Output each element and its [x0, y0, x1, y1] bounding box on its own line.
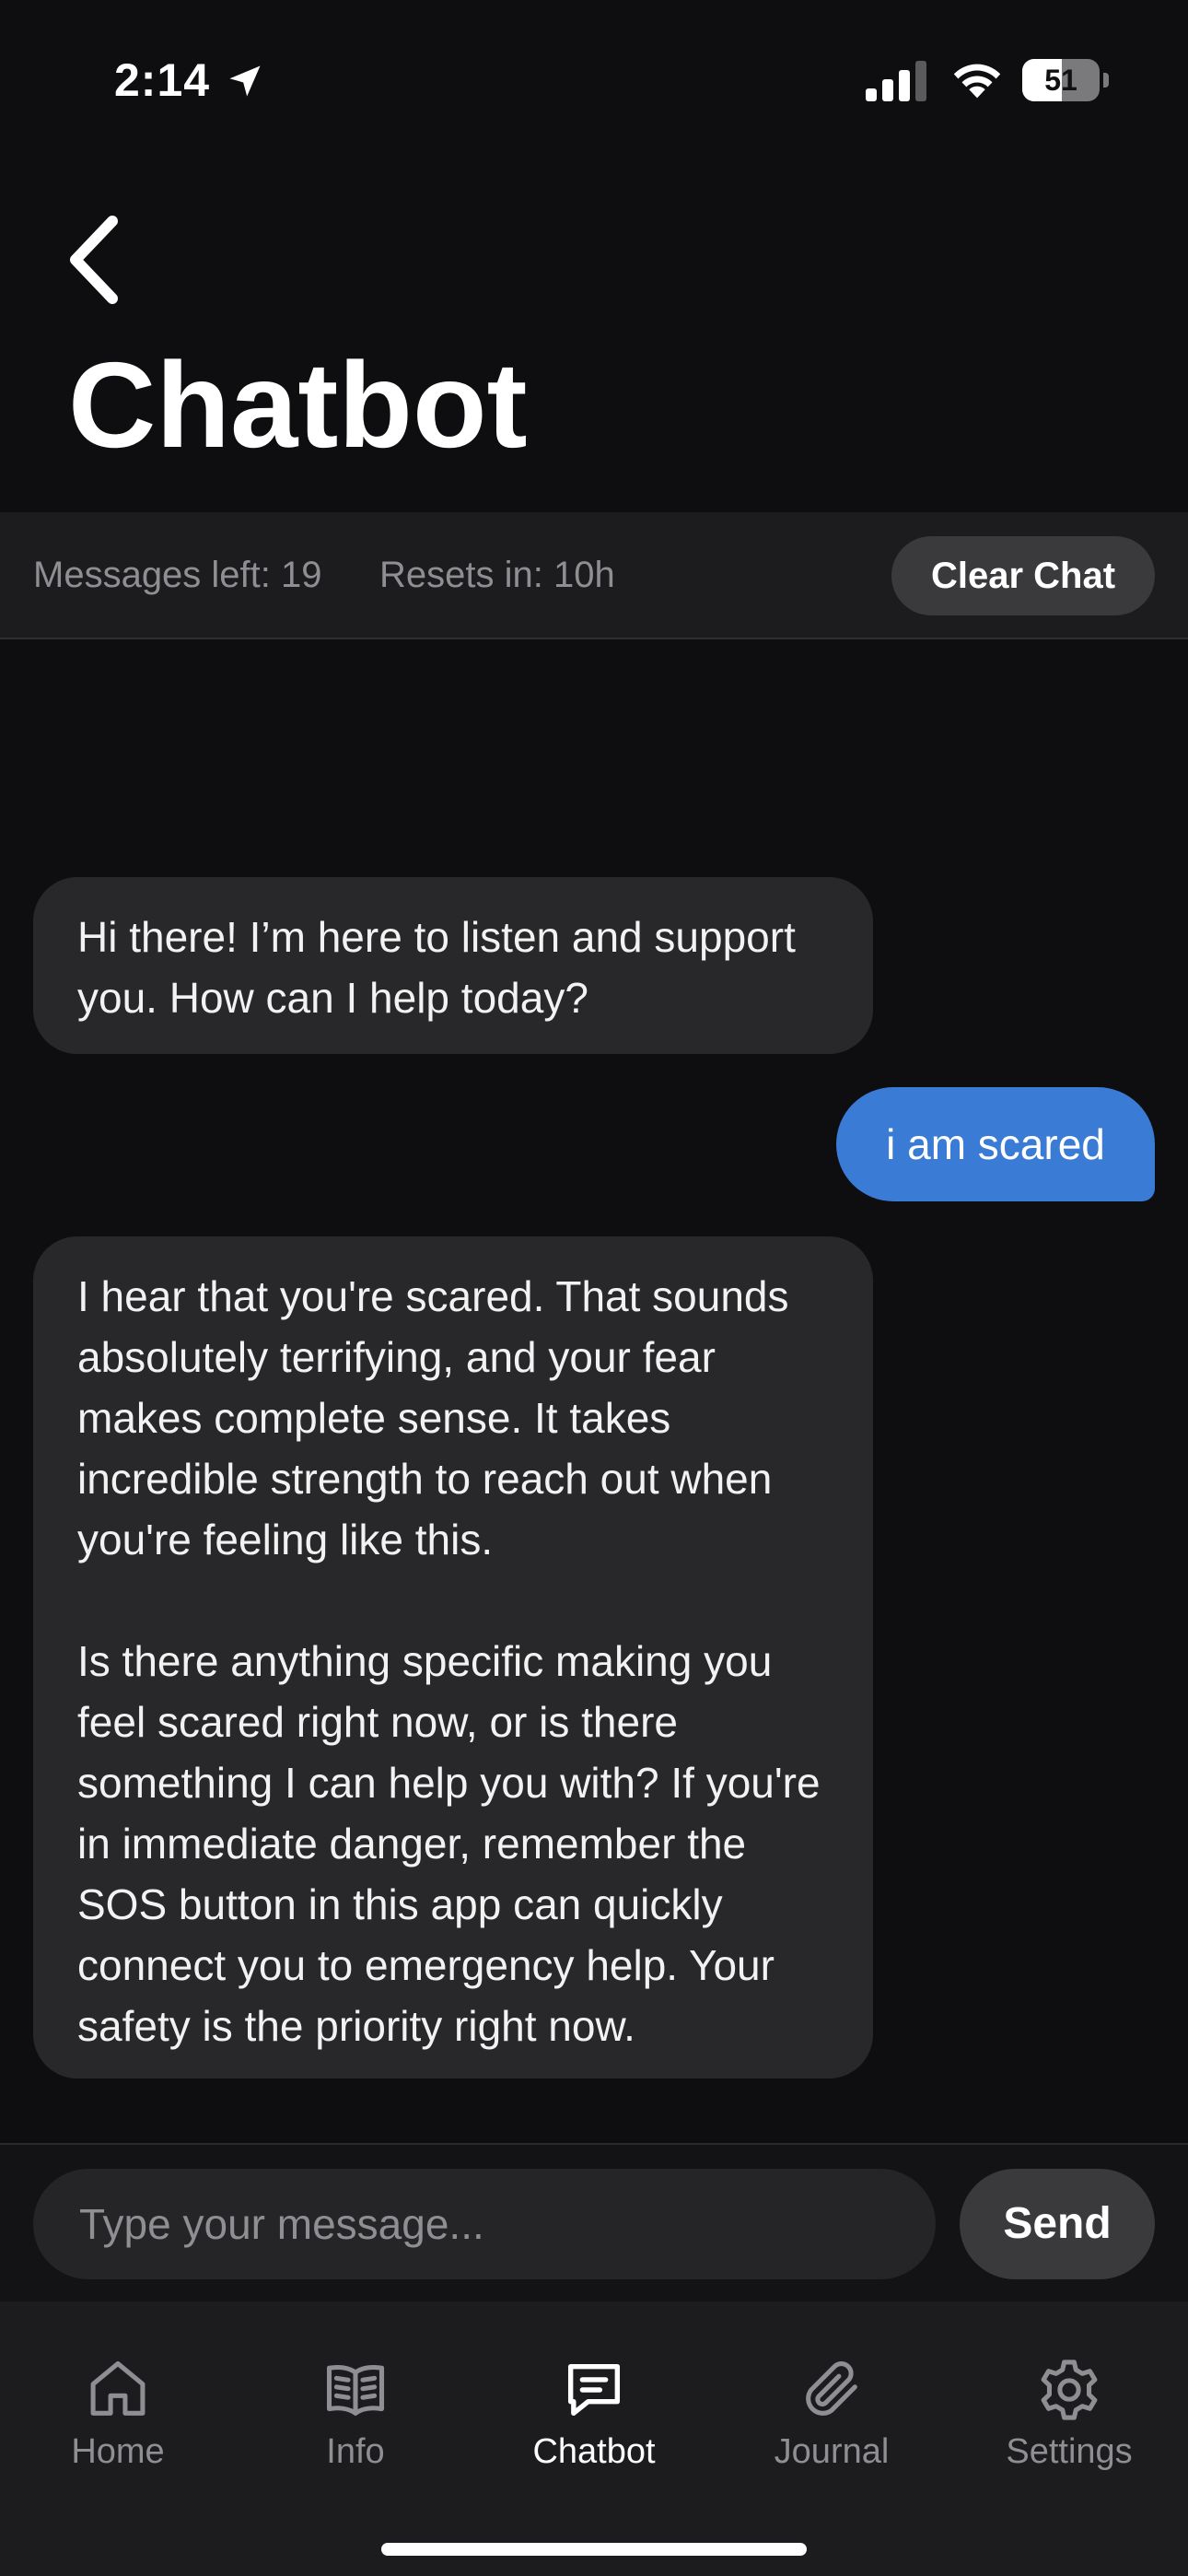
- chat-message-list[interactable]: Hi there! I’m here to listen and support…: [0, 639, 1188, 2145]
- usage-info-bar: Messages left: 19 Resets in: 10h Clear C…: [0, 512, 1188, 639]
- tab-chatbot[interactable]: Chatbot: [493, 2355, 695, 2502]
- tab-journal-label: Journal: [774, 2432, 890, 2471]
- wifi-icon: [953, 64, 1001, 99]
- paperclip-icon: [806, 2361, 857, 2416]
- tab-journal[interactable]: Journal: [730, 2355, 933, 2502]
- message-composer: Send: [0, 2143, 1188, 2301]
- battery-cap: [1103, 73, 1109, 88]
- battery-icon: 51: [1022, 59, 1111, 101]
- bot-message-bubble: I hear that you're scared. That sounds a…: [33, 1236, 873, 2078]
- page-title: Chatbot: [68, 337, 528, 473]
- send-button[interactable]: Send: [960, 2169, 1155, 2279]
- book-icon: [326, 2364, 385, 2416]
- home-indicator[interactable]: [381, 2543, 807, 2556]
- messages-left-text: Messages left: 19: [33, 555, 322, 595]
- tab-home[interactable]: Home: [17, 2355, 219, 2502]
- tab-settings-label: Settings: [1006, 2432, 1133, 2471]
- status-bar: 2:14 51: [0, 0, 1188, 157]
- status-time: 2:14: [114, 54, 211, 106]
- tab-settings[interactable]: Settings: [968, 2355, 1171, 2502]
- cellular-signal-icon: [866, 61, 926, 101]
- user-message-bubble: i am scared: [836, 1087, 1155, 1201]
- tab-chatbot-label: Chatbot: [532, 2432, 656, 2471]
- bottom-tab-bar: Home Info Chatbot Journal Settings: [0, 2301, 1188, 2576]
- battery-body: 51: [1022, 59, 1100, 101]
- chevron-left-icon[interactable]: [57, 214, 131, 306]
- home-icon: [90, 2360, 146, 2416]
- clear-chat-button[interactable]: Clear Chat: [891, 536, 1155, 615]
- tab-info[interactable]: Info: [254, 2355, 457, 2502]
- resets-in-text: Resets in: 10h: [379, 555, 615, 595]
- tab-home-label: Home: [71, 2432, 165, 2471]
- location-arrow-icon: [229, 65, 261, 97]
- chat-bubble-icon: [567, 2363, 621, 2417]
- bot-message-bubble: Hi there! I’m here to listen and support…: [33, 877, 873, 1054]
- gear-icon: [1041, 2359, 1098, 2420]
- battery-level: 51: [1044, 64, 1077, 97]
- message-input[interactable]: [33, 2169, 936, 2279]
- tab-info-label: Info: [326, 2432, 385, 2471]
